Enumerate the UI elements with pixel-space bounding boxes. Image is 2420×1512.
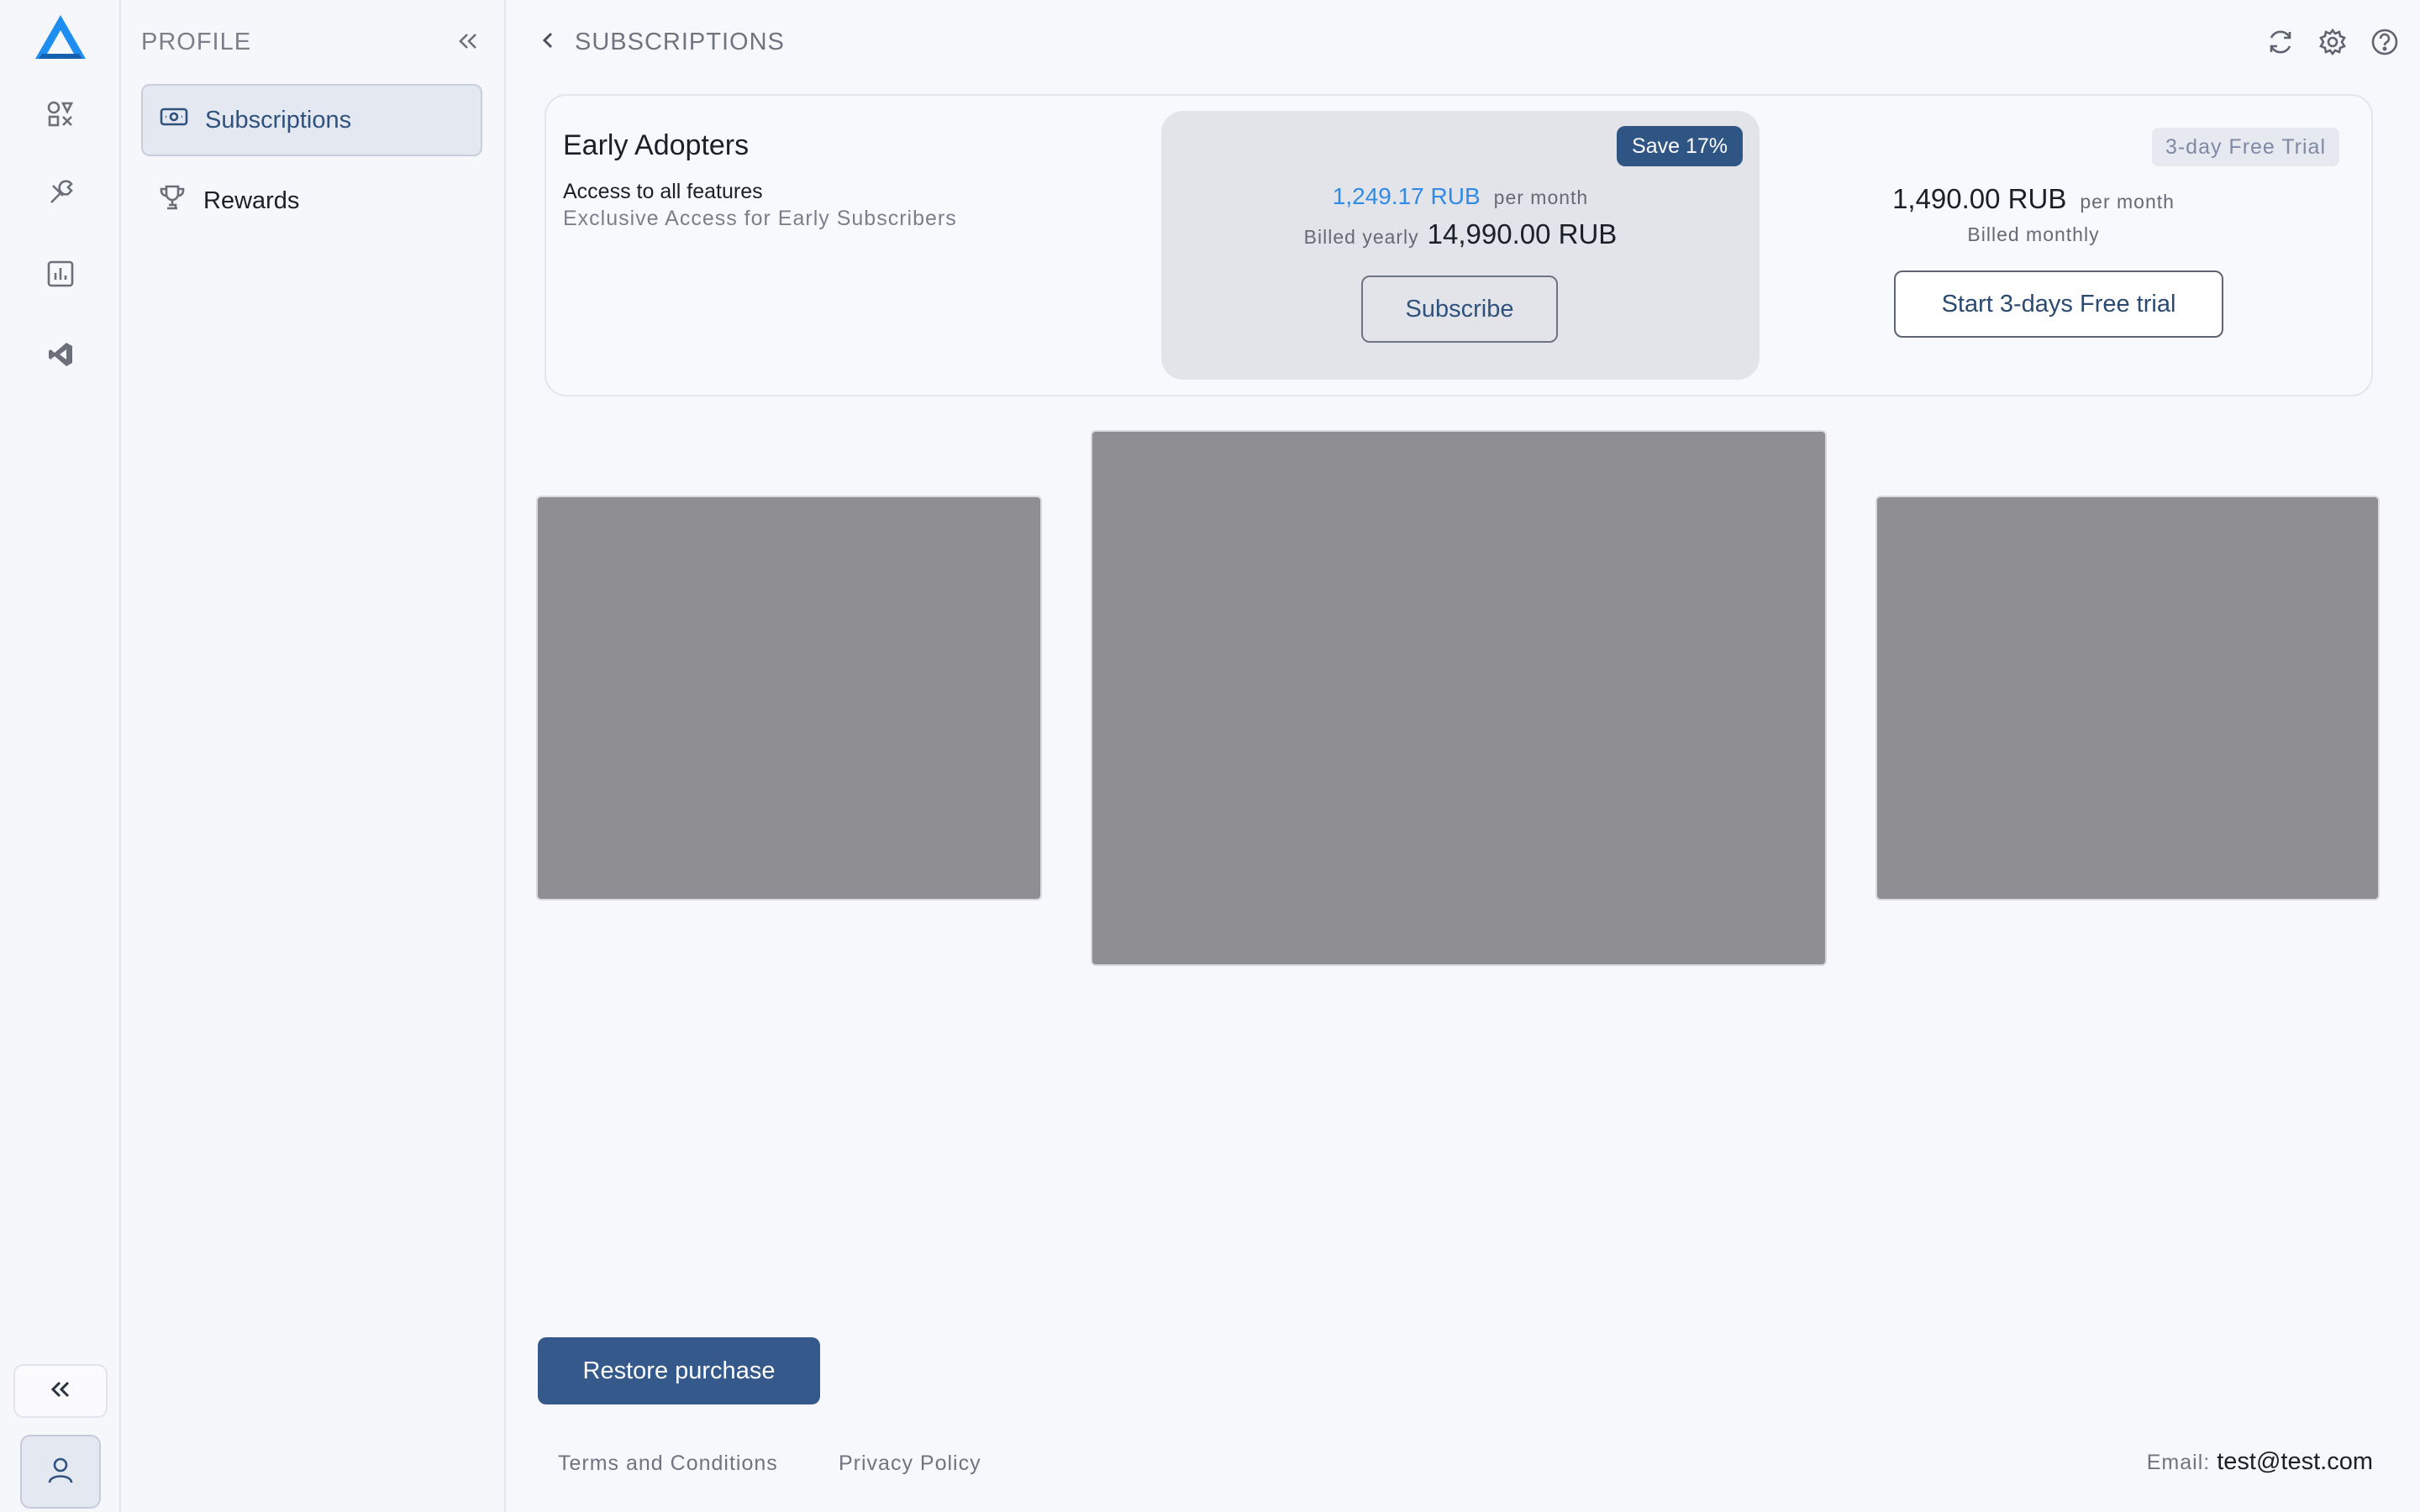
profile-button[interactable] <box>20 1435 101 1509</box>
yearly-price-row: 1,249.17 RUB per month <box>1161 183 1760 210</box>
rail-collapse-button[interactable] <box>13 1364 108 1418</box>
trial-badge: 3-day Free Trial <box>2151 128 2339 166</box>
terms-link[interactable]: Terms and Conditions <box>558 1452 778 1476</box>
sidebar-item-rewards[interactable]: Rewards <box>141 165 482 237</box>
email-value: test@test.com <box>2217 1448 2373 1475</box>
yearly-monthly-price: 1,249.17 RUB <box>1332 183 1481 209</box>
billed-yearly-label: Billed yearly <box>1303 226 1419 248</box>
sidebar-item-subscriptions[interactable]: Subscriptions <box>141 84 482 156</box>
per-month-label: per month <box>1493 186 1589 208</box>
tools-icon[interactable] <box>39 171 82 215</box>
header-actions <box>2265 27 2400 57</box>
carousel-card-left[interactable] <box>536 496 1042 900</box>
save-badge: Save 17% <box>1617 126 1743 166</box>
email-label: Email: <box>2146 1451 2211 1474</box>
chevron-left-icon <box>539 29 556 55</box>
chart-icon[interactable] <box>39 252 82 296</box>
user-icon <box>46 1456 75 1488</box>
app-logo-icon[interactable] <box>34 13 87 60</box>
monthly-price: 1,490.00 RUB <box>1892 183 2067 214</box>
refresh-icon[interactable] <box>2265 27 2296 57</box>
yearly-billed-row: Billed yearly 14,990.00 RUB <box>1161 218 1760 250</box>
monthly-price-row: 1,490.00 RUB per month <box>1798 183 2269 215</box>
plan-name: Early Adopters <box>563 129 750 161</box>
sidebar-item-label: Rewards <box>203 186 300 214</box>
vscode-icon[interactable] <box>39 333 82 376</box>
double-chevron-left-icon <box>50 1378 71 1404</box>
main-content: SUBSCRIPTIONS Early Adopters Access to a… <box>506 0 2420 1512</box>
money-icon <box>160 102 188 138</box>
help-icon[interactable] <box>2370 27 2400 57</box>
billed-monthly-label: Billed monthly <box>1967 223 2100 245</box>
plan-feature: Access to all features <box>563 180 763 203</box>
subscribe-button[interactable]: Subscribe <box>1361 276 1558 343</box>
trophy-icon <box>158 183 187 218</box>
yearly-total-price: 14,990.00 RUB <box>1427 218 1618 249</box>
plan-feature-subtitle: Exclusive Access for Early Subscribers <box>563 207 957 230</box>
gear-icon[interactable] <box>2317 27 2348 57</box>
icon-rail <box>0 0 121 1512</box>
sidebar-collapse-button[interactable] <box>454 29 482 57</box>
yearly-option[interactable]: Save 17% 1,249.17 RUB per month Billed y… <box>1161 111 1760 380</box>
sidebar-item-label: Subscriptions <box>205 106 352 134</box>
sidebar-title: PROFILE <box>141 29 252 55</box>
double-chevron-left-icon <box>457 30 479 56</box>
per-month-label: per month <box>2080 191 2175 213</box>
restore-purchase-button[interactable]: Restore purchase <box>538 1337 820 1404</box>
email-info: Email: test@test.com <box>2147 1448 2373 1476</box>
page-title: SUBSCRIPTIONS <box>575 29 785 55</box>
plan-card: Early Adopters Access to all features Ex… <box>544 94 2373 396</box>
carousel-card-right[interactable] <box>1876 496 2380 900</box>
profile-sidebar: PROFILE Subscriptions Rewards <box>121 0 506 1512</box>
start-trial-button[interactable]: Start 3-days Free trial <box>1894 270 2223 338</box>
carousel-card-center[interactable] <box>1091 430 1827 966</box>
back-button[interactable]: SUBSCRIPTIONS <box>539 29 785 56</box>
privacy-link[interactable]: Privacy Policy <box>839 1452 981 1476</box>
shapes-icon[interactable] <box>39 92 82 136</box>
